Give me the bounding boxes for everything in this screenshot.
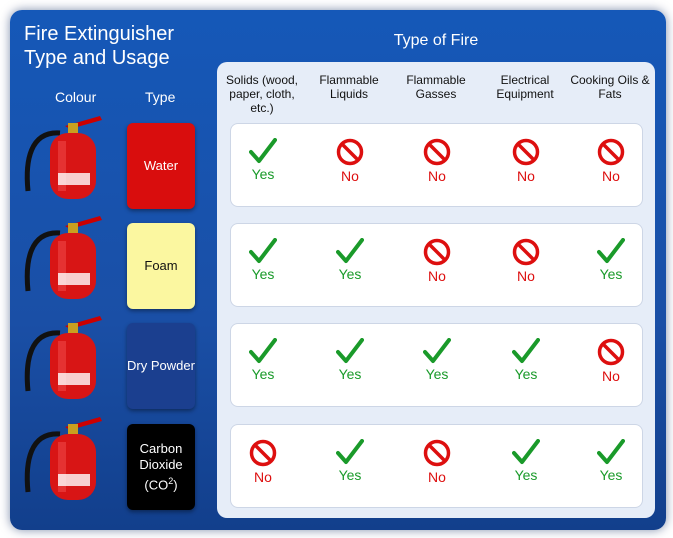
cell-label: No <box>602 368 620 384</box>
page-title: Fire Extinguisher Type and Usage <box>24 23 175 69</box>
no-cell: No <box>571 138 651 184</box>
no-cell: No <box>310 138 390 184</box>
prohibited-icon <box>571 338 651 366</box>
cell-label: No <box>428 168 446 184</box>
checkmark-icon <box>223 138 303 164</box>
cell-label: No <box>602 168 620 184</box>
checkmark-icon <box>310 238 390 264</box>
cell-label: Yes <box>338 266 362 282</box>
no-cell: No <box>397 439 477 485</box>
yes-cell: Yes <box>486 439 566 483</box>
checkmark-icon <box>571 238 651 264</box>
extinguisher-image <box>20 111 115 201</box>
table-row: Yes Yes Yes Yes No <box>230 323 643 407</box>
no-cell: No <box>223 439 303 485</box>
table-row: No Yes No Yes Yes <box>230 424 643 508</box>
yes-cell: Yes <box>310 439 390 483</box>
checkmark-icon <box>397 338 477 364</box>
table-row: Yes Yes No No Yes <box>230 223 643 307</box>
yes-cell: Yes <box>397 338 477 382</box>
checkmark-icon <box>223 238 303 264</box>
checkmark-icon <box>486 439 566 465</box>
colour-header: Colour <box>55 89 97 105</box>
checkmark-icon <box>310 338 390 364</box>
cell-label: Yes <box>251 166 275 182</box>
prohibited-icon <box>397 439 477 467</box>
type-text: Foam <box>144 258 178 273</box>
prohibited-icon <box>397 238 477 266</box>
checkmark-icon <box>486 338 566 364</box>
table-row: Yes No No No No <box>230 123 643 207</box>
cell-label: Yes <box>338 467 362 483</box>
prohibited-icon <box>223 439 303 467</box>
fire-type-header: Electrical Equipment <box>496 73 554 101</box>
type-header: Type <box>145 89 176 105</box>
yes-cell: Yes <box>223 238 303 282</box>
extinguisher-image <box>20 211 115 301</box>
cell-label: No <box>517 168 535 184</box>
yes-cell: Yes <box>486 338 566 382</box>
checkmark-icon <box>571 439 651 465</box>
type-text: Dry Powder <box>127 358 195 373</box>
cell-label: No <box>341 168 359 184</box>
prohibited-icon <box>310 138 390 166</box>
checkmark-icon <box>223 338 303 364</box>
cell-label: Yes <box>599 266 623 282</box>
no-cell: No <box>397 238 477 284</box>
fire-type-header: Cooking Oils & Fats <box>570 73 650 101</box>
cell-label: No <box>254 469 272 485</box>
yes-cell: Yes <box>571 439 651 483</box>
type-of-fire-header: Type of Fire <box>393 32 479 49</box>
extinguisher-type-label: Foam <box>127 223 195 309</box>
cell-label: No <box>517 268 535 284</box>
cell-label: No <box>428 268 446 284</box>
no-cell: No <box>486 138 566 184</box>
type-text: Water <box>143 158 179 173</box>
no-cell: No <box>397 138 477 184</box>
fire-type-header: Flammable Gasses <box>406 73 466 101</box>
prohibited-icon <box>397 138 477 166</box>
yes-cell: Yes <box>223 138 303 182</box>
cell-label: Yes <box>251 366 275 382</box>
cell-label: Yes <box>514 467 538 483</box>
prohibited-icon <box>486 238 566 266</box>
yes-cell: Yes <box>571 238 651 282</box>
yes-cell: Yes <box>223 338 303 382</box>
yes-cell: Yes <box>310 338 390 382</box>
fire-type-table: Solids (wood, paper, cloth, etc.) Flammab… <box>217 62 655 518</box>
no-cell: No <box>486 238 566 284</box>
cell-label: No <box>428 469 446 485</box>
cell-label: Yes <box>425 366 449 382</box>
fire-type-header: Solids (wood, paper, cloth, etc.) <box>225 73 299 115</box>
cell-label: Yes <box>338 366 362 382</box>
type-text: Carbon Dioxide (CO2) <box>139 440 183 493</box>
cell-label: Yes <box>514 366 538 382</box>
extinguisher-type-label: Dry Powder <box>127 323 195 409</box>
extinguisher-image <box>20 412 115 502</box>
no-cell: No <box>571 338 651 384</box>
yes-cell: Yes <box>310 238 390 282</box>
prohibited-icon <box>486 138 566 166</box>
fire-type-header: Flammable Liquids <box>319 73 379 101</box>
cell-label: Yes <box>251 266 275 282</box>
extinguisher-type-label: Water <box>127 123 195 209</box>
extinguisher-image <box>20 311 115 401</box>
checkmark-icon <box>310 439 390 465</box>
extinguisher-type-label: Carbon Dioxide (CO2) <box>127 424 195 510</box>
prohibited-icon <box>571 138 651 166</box>
cell-label: Yes <box>599 467 623 483</box>
